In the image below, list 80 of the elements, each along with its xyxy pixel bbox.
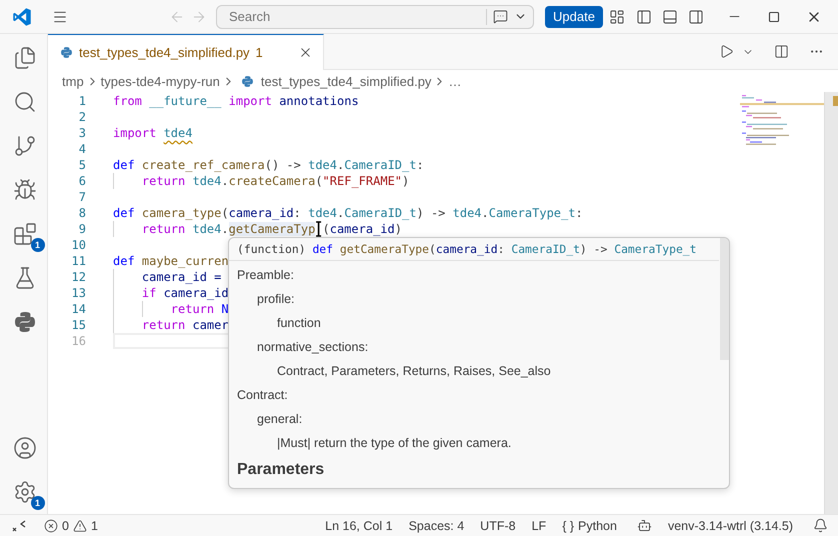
code-line: def create_ref_camera() -> tde4.CameraID_t: [113, 157, 424, 173]
line-number: 13 [70, 286, 86, 300]
text-cursor-icon [315, 221, 322, 237]
app-logo-icon [12, 6, 32, 26]
problem-count: 1 [256, 45, 263, 60]
line-number: 7 [78, 190, 86, 204]
doc-text: Contract, Parameters, Returns, Raises, See_also [277, 364, 551, 378]
status-item[interactable]: LF [532, 518, 546, 532]
status-item[interactable]: Spaces: 4 [408, 518, 464, 532]
doc-text: |Must| return the type of the given camera. [277, 436, 512, 450]
search-bar[interactable]: Search [216, 4, 534, 28]
doc-text: Preamble: [237, 268, 294, 282]
chat-icon[interactable] [493, 9, 508, 24]
editor-tab[interactable]: test_types_tde4_simplified.py 1 [48, 34, 324, 70]
update-button[interactable]: Update [545, 6, 603, 28]
remote-icon[interactable] [12, 518, 26, 532]
doc-text: normative_sections: [257, 340, 368, 354]
panel-left-icon[interactable] [636, 8, 652, 24]
code-line: def camera_type(camera_id: tde4.CameraID_t) -> tde4.CameraType_t: [113, 205, 583, 221]
blocks-icon[interactable] [12, 222, 36, 246]
line-number: 15 [70, 318, 86, 332]
line-number: 4 [78, 142, 86, 156]
copilot-icon[interactable] [636, 518, 652, 533]
code-line: def maybe_curren [113, 253, 229, 269]
search-icon[interactable] [12, 90, 36, 114]
breadcrumb-item[interactable]: … [448, 74, 462, 88]
count-badge: 1 [30, 238, 44, 252]
bug-icon[interactable] [12, 178, 36, 202]
line-number: 10 [70, 238, 86, 252]
search-field[interactable]: Search [227, 8, 480, 25]
breadcrumb-item[interactable]: types-tde4-mypy-run [100, 74, 220, 88]
line-number: 9 [78, 222, 86, 236]
language-mode[interactable]: { } Python [562, 518, 617, 532]
run-icon[interactable] [719, 44, 734, 59]
count-badge: 1 [30, 496, 44, 510]
problems-indicator[interactable]: 0 1 [44, 518, 98, 532]
layout-icon[interactable] [608, 8, 625, 24]
line-number: 12 [70, 270, 86, 284]
line-number: 11 [70, 254, 86, 268]
code-line: from __future__ import annotations [113, 93, 359, 109]
code-line: return N [113, 301, 229, 317]
doc-text: Contract: [237, 388, 288, 402]
python-logo-icon[interactable] [12, 310, 36, 334]
code-line: return tde4.createCamera("REF_FRAME") [113, 173, 410, 189]
python-file-icon [60, 46, 73, 59]
line-number: 2 [78, 110, 86, 124]
python-file-icon [240, 74, 254, 88]
status-item[interactable]: Ln 16, Col 1 [325, 518, 393, 532]
function-signature: (function) def getCameraType(camera_id: CameraID_t) -> CameraType_t [229, 238, 719, 261]
doc-text: function [277, 316, 321, 330]
bell-icon[interactable] [813, 518, 828, 533]
code-line: camera_id = [113, 269, 222, 285]
breadcrumb-item[interactable]: tmp [62, 74, 84, 88]
scrollbar[interactable] [720, 238, 729, 360]
doc-text: profile: [257, 292, 295, 306]
files-icon[interactable] [12, 46, 36, 70]
settings-icon[interactable] [12, 480, 36, 504]
status-item[interactable]: UTF-8 [480, 518, 516, 532]
line-number: 3 [78, 126, 86, 140]
code-line: return tde4.getCameraTyp (camera_id) [113, 221, 402, 237]
code-line: if camera_id [113, 285, 229, 301]
line-number: 5 [78, 158, 86, 172]
doc-text: general: [257, 412, 302, 426]
doc-heading: Parameters [236, 460, 326, 480]
line-number: 14 [70, 302, 86, 316]
line-number: 8 [78, 206, 86, 220]
branch-icon[interactable] [12, 134, 36, 158]
scrollbar[interactable] [824, 92, 838, 514]
split-editor-icon[interactable] [774, 44, 789, 59]
breadcrumb-item[interactable]: test_types_tde4_simplified.py [260, 74, 432, 88]
code-line: import tde4 [113, 125, 192, 141]
status-item[interactable]: venv-3.14-wtrl (3.14.5) [668, 518, 793, 532]
line-number: 1 [78, 94, 86, 108]
panel-bottom-icon[interactable] [662, 8, 678, 24]
panel-right-icon[interactable] [688, 8, 704, 24]
line-number: 6 [78, 174, 86, 188]
line-number: 16 [70, 334, 86, 348]
code-line: return camer [113, 317, 229, 333]
account-icon[interactable] [12, 436, 36, 460]
maximize-icon[interactable] [768, 10, 780, 22]
